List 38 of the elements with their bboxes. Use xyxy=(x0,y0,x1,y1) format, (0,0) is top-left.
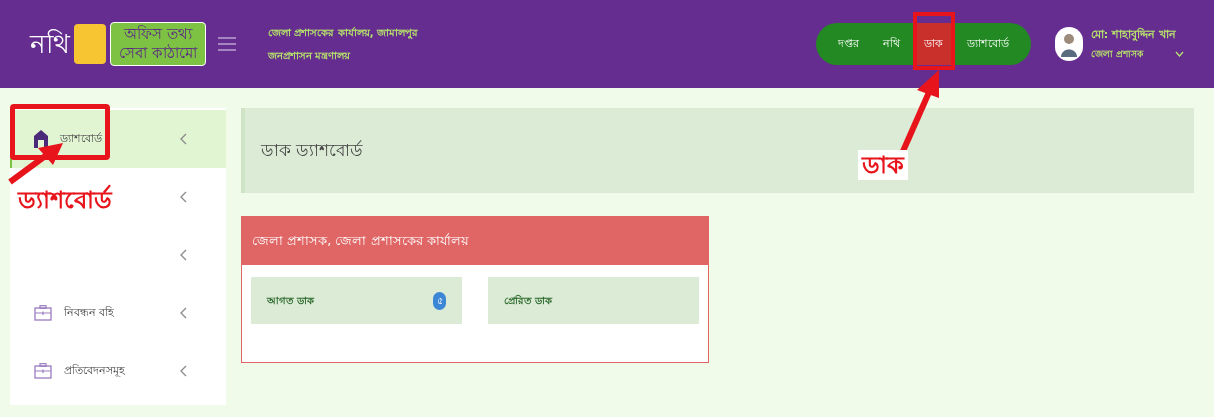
dak-tile[interactable]: প্রেরিত ডাক xyxy=(488,277,699,324)
chevron-left-icon xyxy=(180,191,188,203)
sidebar-label: প্রতিবেদনসমূহ xyxy=(64,362,125,379)
tile-label: আগত ডাক xyxy=(267,294,315,308)
chevron-left-icon xyxy=(180,365,188,377)
office-name: জেলা প্রশাসকের কার্যালয়, জামালপুর xyxy=(267,26,419,40)
count-badge: ৫ xyxy=(433,291,446,310)
nav-tab[interactable]: নথি xyxy=(872,23,910,65)
chevron-left-icon xyxy=(180,307,188,319)
chevron-left-icon xyxy=(180,133,188,145)
nav-tab[interactable]: দপ্তর xyxy=(827,23,869,65)
nav-tab[interactable]: ড্যাশবোর্ড xyxy=(956,23,1019,65)
logo-line: অফিস তথ্য xyxy=(124,25,192,44)
logo-line: সেবা কাঠামো xyxy=(119,44,197,63)
page-title: ডাক ড্যাশবোর্ড xyxy=(261,138,364,162)
tile-label: প্রেরিত ডাক xyxy=(504,293,553,308)
user-role: জেলা প্রশাসক xyxy=(1090,47,1143,61)
highlight-frame xyxy=(913,12,955,70)
sidebar-item[interactable]: ড্যাশবোর্ড xyxy=(10,110,226,168)
sidebar-label: ড্যাশবোর্ড xyxy=(60,130,102,147)
house-icon xyxy=(34,130,48,148)
logo-word: নথি xyxy=(30,27,70,61)
chevron-down-icon[interactable] xyxy=(1175,51,1184,58)
ministry-name: জনপ্রশাসন মন্ত্রণালয় xyxy=(267,49,352,63)
sidebar-label: নিবন্ধন বহি xyxy=(64,304,115,321)
briefcase-icon xyxy=(34,305,52,321)
logo-mark-icon xyxy=(74,24,106,64)
card-title: জেলা প্রশাসক, জেলা প্রশাসকের কার্যালয় xyxy=(252,232,469,251)
dak-tile[interactable]: আগত ডাক ৫ xyxy=(251,277,462,324)
briefcase-icon xyxy=(34,363,52,379)
user-avatar[interactable] xyxy=(1054,27,1083,61)
user-name: মো: শাহাবুদ্দিন খান xyxy=(1090,27,1177,43)
menu-icon[interactable] xyxy=(217,37,236,51)
person-silhouette-icon xyxy=(1059,31,1078,57)
sidebar-item[interactable]: প্রতিবেদনসমূহ xyxy=(10,342,226,400)
annotation-label: ডাক xyxy=(858,150,908,180)
chevron-left-icon xyxy=(180,249,188,261)
sidebar-item[interactable]: নিবন্ধন বহি xyxy=(10,284,226,342)
